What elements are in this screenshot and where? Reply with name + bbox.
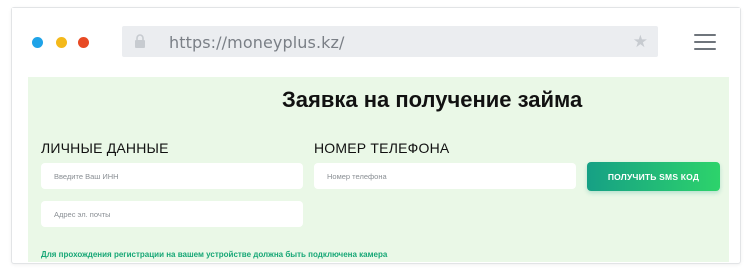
window-dot-blue[interactable] [32, 37, 43, 48]
phone-number-label: НОМЕР ТЕЛЕФОНА [314, 140, 450, 156]
email-input[interactable] [41, 201, 303, 227]
browser-window: https://moneyplus.kz/ ★ Заявка на получе… [11, 7, 741, 264]
page-content: Заявка на получение займа ЛИЧНЫЕ ДАННЫЕ … [28, 77, 729, 262]
page-title: Заявка на получение займа [282, 87, 583, 112]
inn-input[interactable] [41, 163, 303, 189]
address-bar[interactable]: https://moneyplus.kz/ ★ [122, 26, 658, 57]
url-text[interactable]: https://moneyplus.kz/ [169, 33, 345, 52]
phone-input[interactable] [314, 163, 576, 189]
menu-bar [694, 34, 716, 36]
window-dot-yellow[interactable] [56, 37, 67, 48]
browser-toolbar: https://moneyplus.kz/ ★ [12, 8, 740, 77]
personal-data-label: ЛИЧНЫЕ ДАННЫЕ [41, 140, 169, 156]
menu-bar [694, 41, 716, 43]
menu-bar [694, 48, 716, 50]
window-dot-red[interactable] [78, 37, 89, 48]
lock-icon [134, 34, 146, 48]
star-icon[interactable]: ★ [633, 33, 648, 50]
get-sms-code-button[interactable]: ПОЛУЧИТЬ SMS КОД [587, 162, 720, 191]
hamburger-menu-icon[interactable] [694, 34, 716, 50]
camera-notice: Для прохождения регистрации на вашем уст… [41, 250, 388, 259]
